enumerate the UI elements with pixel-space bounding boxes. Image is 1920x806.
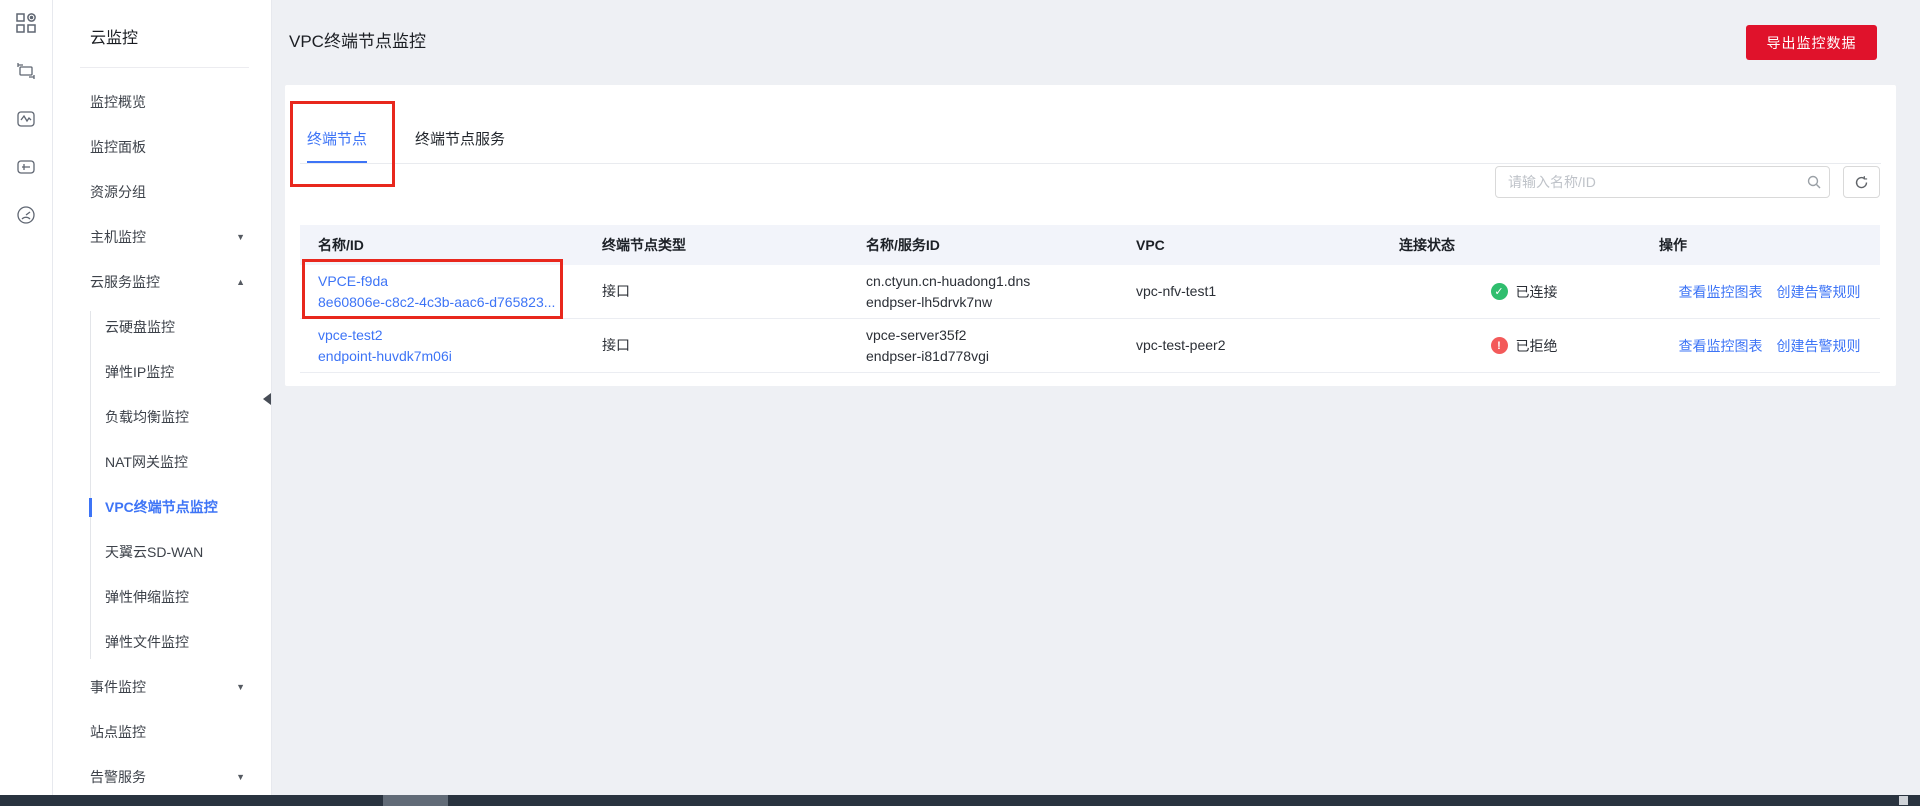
chevron-down-icon: ▼ <box>236 682 245 692</box>
sidebar-item-resource-groups[interactable]: 资源分组 <box>53 170 271 215</box>
create-alarm-rule-link[interactable]: 创建告警规则 <box>1777 282 1861 302</box>
sidebar: 云监控 监控概览 监控面板 资源分组 主机监控 ▼ 云服务监控 ▲ 云硬盘监控 … <box>53 0 272 795</box>
sidebar-menu: 监控概览 监控面板 资源分组 主机监控 ▼ 云服务监控 ▲ 云硬盘监控 弹性IP… <box>53 68 271 800</box>
endpoint-name-link[interactable]: vpce-test2 <box>318 325 584 346</box>
sidebar-item-host-monitor[interactable]: 主机监控 ▼ <box>53 215 271 260</box>
host-monitor-icon[interactable] <box>15 156 37 178</box>
chevron-down-icon: ▼ <box>236 232 245 242</box>
app-icon-rail <box>0 0 53 795</box>
view-monitor-charts-link[interactable]: 查看监控图表 <box>1679 336 1763 356</box>
name-id-cell: VPCE-f9da 8e60806e-c8c2-4c3b-aac6-d76582… <box>300 265 584 318</box>
sidebar-item-label: 云服务监控 <box>90 274 160 290</box>
sidebar-item-alarm-service[interactable]: 告警服务 ▼ <box>53 755 271 800</box>
sidebar-item-monitor-overview[interactable]: 监控概览 <box>53 80 271 125</box>
status-badge: 已连接 <box>1515 283 1558 300</box>
status-connected-icon: ✓ <box>1490 283 1508 300</box>
vpc-network-icon[interactable] <box>15 60 37 82</box>
endpoint-type: 接口 <box>602 337 630 353</box>
cloud-service-submenu: 云硬盘监控 弹性IP监控 负载均衡监控 NAT网关监控 VPC终端节点监控 天翼… <box>53 305 271 665</box>
service-name: cn.ctyun.cn-huadong1.dns <box>866 272 1031 289</box>
sidebar-item-monitor-dashboard[interactable]: 监控面板 <box>53 125 271 170</box>
tabs-divider <box>300 163 1881 164</box>
refresh-button[interactable] <box>1843 166 1880 198</box>
export-monitor-data-button[interactable]: 导出监控数据 <box>1746 25 1877 60</box>
name-id-cell: vpce-test2 endpoint-huvdk7m06i <box>300 319 584 372</box>
sidebar-item-label: 告警服务 <box>90 769 146 785</box>
horizontal-scrollbar[interactable] <box>0 795 1920 806</box>
sidebar-item-eip-monitor[interactable]: 弹性IP监控 <box>53 350 271 395</box>
endpoint-name-link[interactable]: VPCE-f9da <box>318 271 584 292</box>
console-apps-icon[interactable] <box>15 12 37 34</box>
search-input[interactable] <box>1496 174 1799 190</box>
chevron-up-icon: ▲ <box>236 277 245 287</box>
status-badge: 已拒绝 <box>1515 337 1558 354</box>
actions-cell: 查看监控图表 创建告警规则 <box>1649 265 1880 318</box>
cloud-monitor-icon[interactable] <box>15 108 37 130</box>
table-header-row: 名称/ID 终端节点类型 名称/服务ID VPC 连接状态 操作 <box>300 225 1880 265</box>
endpoint-id-link[interactable]: 8e60806e-c8c2-4c3b-aac6-d765823... <box>318 292 584 313</box>
page-title: VPC终端节点监控 <box>289 32 426 51</box>
search-box <box>1495 166 1830 198</box>
status-rejected-icon: ! <box>1490 337 1508 354</box>
tab-bar: 终端节点 终端节点服务 <box>307 85 505 164</box>
sidebar-item-sdwan-monitor[interactable]: 天翼云SD-WAN <box>53 530 271 575</box>
service-id-cell: cn.ctyun.cn-huadong1.dns endpser-lh5drvk… <box>848 265 1118 318</box>
view-monitor-charts-link[interactable]: 查看监控图表 <box>1679 282 1763 302</box>
endpoint-type: 接口 <box>602 283 630 299</box>
sidebar-item-disk-monitor[interactable]: 云硬盘监控 <box>53 305 271 350</box>
table-row: vpce-test2 endpoint-huvdk7m06i 接口 vpce-s… <box>300 319 1880 373</box>
content-card: 终端节点 终端节点服务 名称/ID 终端节点类型 名称/服务ID VPC 连接状… <box>285 85 1896 386</box>
table-row: VPCE-f9da 8e60806e-c8c2-4c3b-aac6-d76582… <box>300 265 1880 319</box>
service-id-cell: vpce-server35f2 endpser-i81d778vgi <box>848 319 1118 372</box>
refresh-icon <box>1855 175 1868 188</box>
scrollbar-end-cap <box>1899 796 1908 805</box>
column-header-connection-status: 连接状态 <box>1399 237 1455 253</box>
sidebar-item-label: 主机监控 <box>90 229 146 245</box>
service-name: vpce-server35f2 <box>866 326 967 343</box>
endpoint-table: 名称/ID 终端节点类型 名称/服务ID VPC 连接状态 操作 VPCE-f9… <box>300 225 1880 373</box>
service-id: endpser-i81d778vgi <box>866 347 989 364</box>
search-icon[interactable] <box>1799 174 1829 190</box>
column-header-vpc: VPC <box>1136 237 1165 253</box>
status-cell: ! 已拒绝 <box>1385 319 1649 372</box>
vpc-name: vpc-nfv-test1 <box>1136 283 1217 299</box>
vpc-name: vpc-test-peer2 <box>1136 337 1226 353</box>
status-cell: ✓ 已连接 <box>1385 265 1649 318</box>
sidebar-item-vpc-endpoint-monitor[interactable]: VPC终端节点监控 <box>53 485 271 530</box>
sidebar-item-autoscaling-monitor[interactable]: 弹性伸缩监控 <box>53 575 271 620</box>
sidebar-item-nat-monitor[interactable]: NAT网关监控 <box>53 440 271 485</box>
tab-endpoint-service[interactable]: 终端节点服务 <box>415 128 505 164</box>
sidebar-item-elastic-file-monitor[interactable]: 弹性文件监控 <box>53 620 271 665</box>
tab-endpoint[interactable]: 终端节点 <box>307 128 368 164</box>
column-header-name-id: 名称/ID <box>318 237 364 253</box>
chevron-down-icon: ▼ <box>236 772 245 782</box>
create-alarm-rule-link[interactable]: 创建告警规则 <box>1777 336 1861 356</box>
sidebar-collapse-handle[interactable] <box>263 393 271 405</box>
sidebar-item-site-monitor[interactable]: 站点监控 <box>53 710 271 755</box>
sidebar-item-event-monitor[interactable]: 事件监控 ▼ <box>53 665 271 710</box>
actions-cell: 查看监控图表 创建告警规则 <box>1649 319 1880 372</box>
column-header-service-id: 名称/服务ID <box>866 237 940 253</box>
column-header-endpoint-type: 终端节点类型 <box>602 237 686 253</box>
scrollbar-thumb[interactable] <box>383 795 448 806</box>
sidebar-item-cloud-service-monitor[interactable]: 云服务监控 ▲ <box>53 260 271 305</box>
dashboard-gauge-icon[interactable] <box>15 204 37 226</box>
column-header-actions: 操作 <box>1659 237 1687 253</box>
service-id: endpser-lh5drvk7nw <box>866 293 993 310</box>
sidebar-title: 云监控 <box>90 30 139 47</box>
endpoint-id-link[interactable]: endpoint-huvdk7m06i <box>318 346 584 367</box>
sidebar-item-label: 事件监控 <box>90 679 146 695</box>
sidebar-item-elb-monitor[interactable]: 负载均衡监控 <box>53 395 271 440</box>
